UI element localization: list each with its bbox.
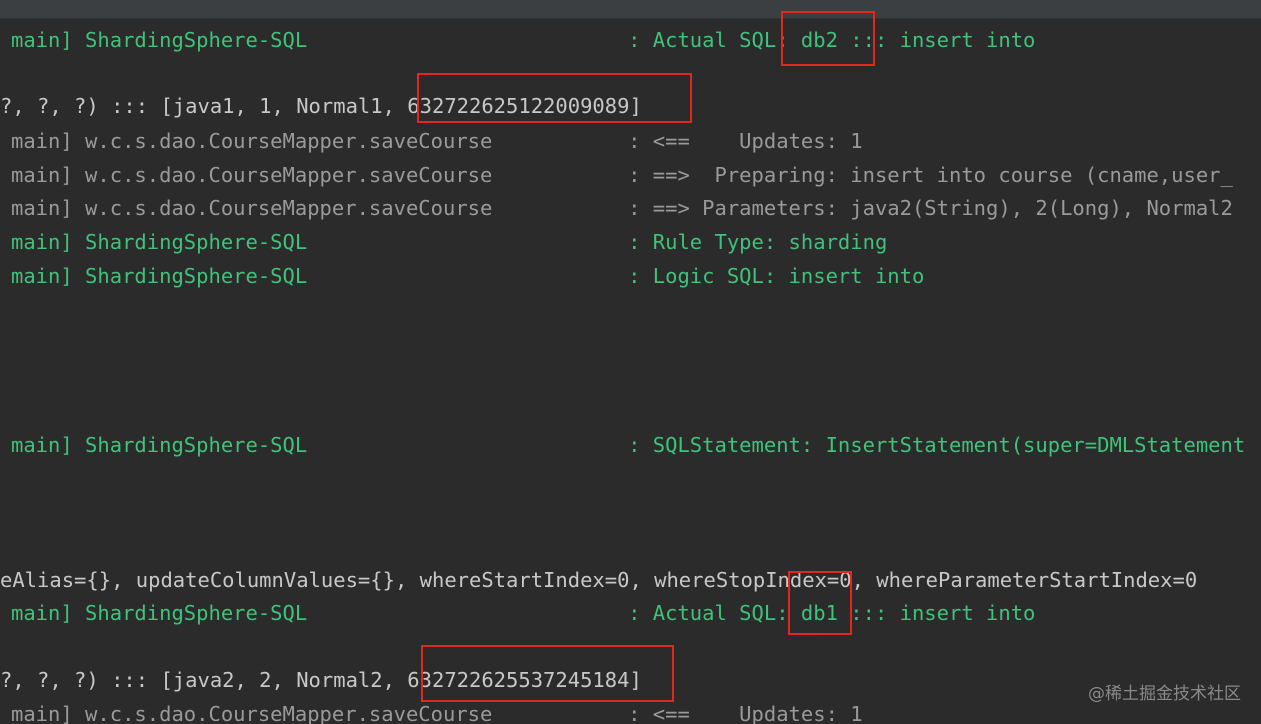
log-line-preparing: main] w.c.s.dao.CourseMapper.saveCourse … — [11, 163, 1233, 187]
log-line-sql-statement: main] ShardingSphere-SQL : SQLStatement:… — [11, 433, 1246, 457]
log-line-updates-2: main] w.c.s.dao.CourseMapper.saveCourse … — [11, 702, 863, 724]
log-line-parameters: main] w.c.s.dao.CourseMapper.saveCourse … — [11, 196, 1233, 220]
log-line-updates-1: main] w.c.s.dao.CourseMapper.saveCourse … — [11, 129, 863, 153]
log-line-params-java2: ?, ?, ?) ::: [java2, 2, Normal2, 6327226… — [0, 668, 642, 692]
log-line-actual-sql-db2: main] ShardingSphere-SQL : Actual SQL: d… — [11, 28, 1036, 52]
log-line-actual-sql-db1: main] ShardingSphere-SQL : Actual SQL: d… — [11, 601, 1036, 625]
log-line-rule-type: main] ShardingSphere-SQL : Rule Type: sh… — [11, 230, 888, 254]
watermark: @稀土掘金技术社区 — [1088, 684, 1241, 704]
log-line-logic-sql: main] ShardingSphere-SQL : Logic SQL: in… — [11, 264, 925, 288]
log-line-alias-indexes: eAlias={}, updateColumnValues={}, whereS… — [0, 568, 1198, 592]
console-output[interactable]: main] ShardingSphere-SQL : Actual SQL: d… — [0, 18, 1261, 724]
console-toolbar — [0, 0, 1261, 19]
log-line-params-java1: ?, ?, ?) ::: [java1, 1, Normal1, 6327226… — [0, 94, 642, 118]
